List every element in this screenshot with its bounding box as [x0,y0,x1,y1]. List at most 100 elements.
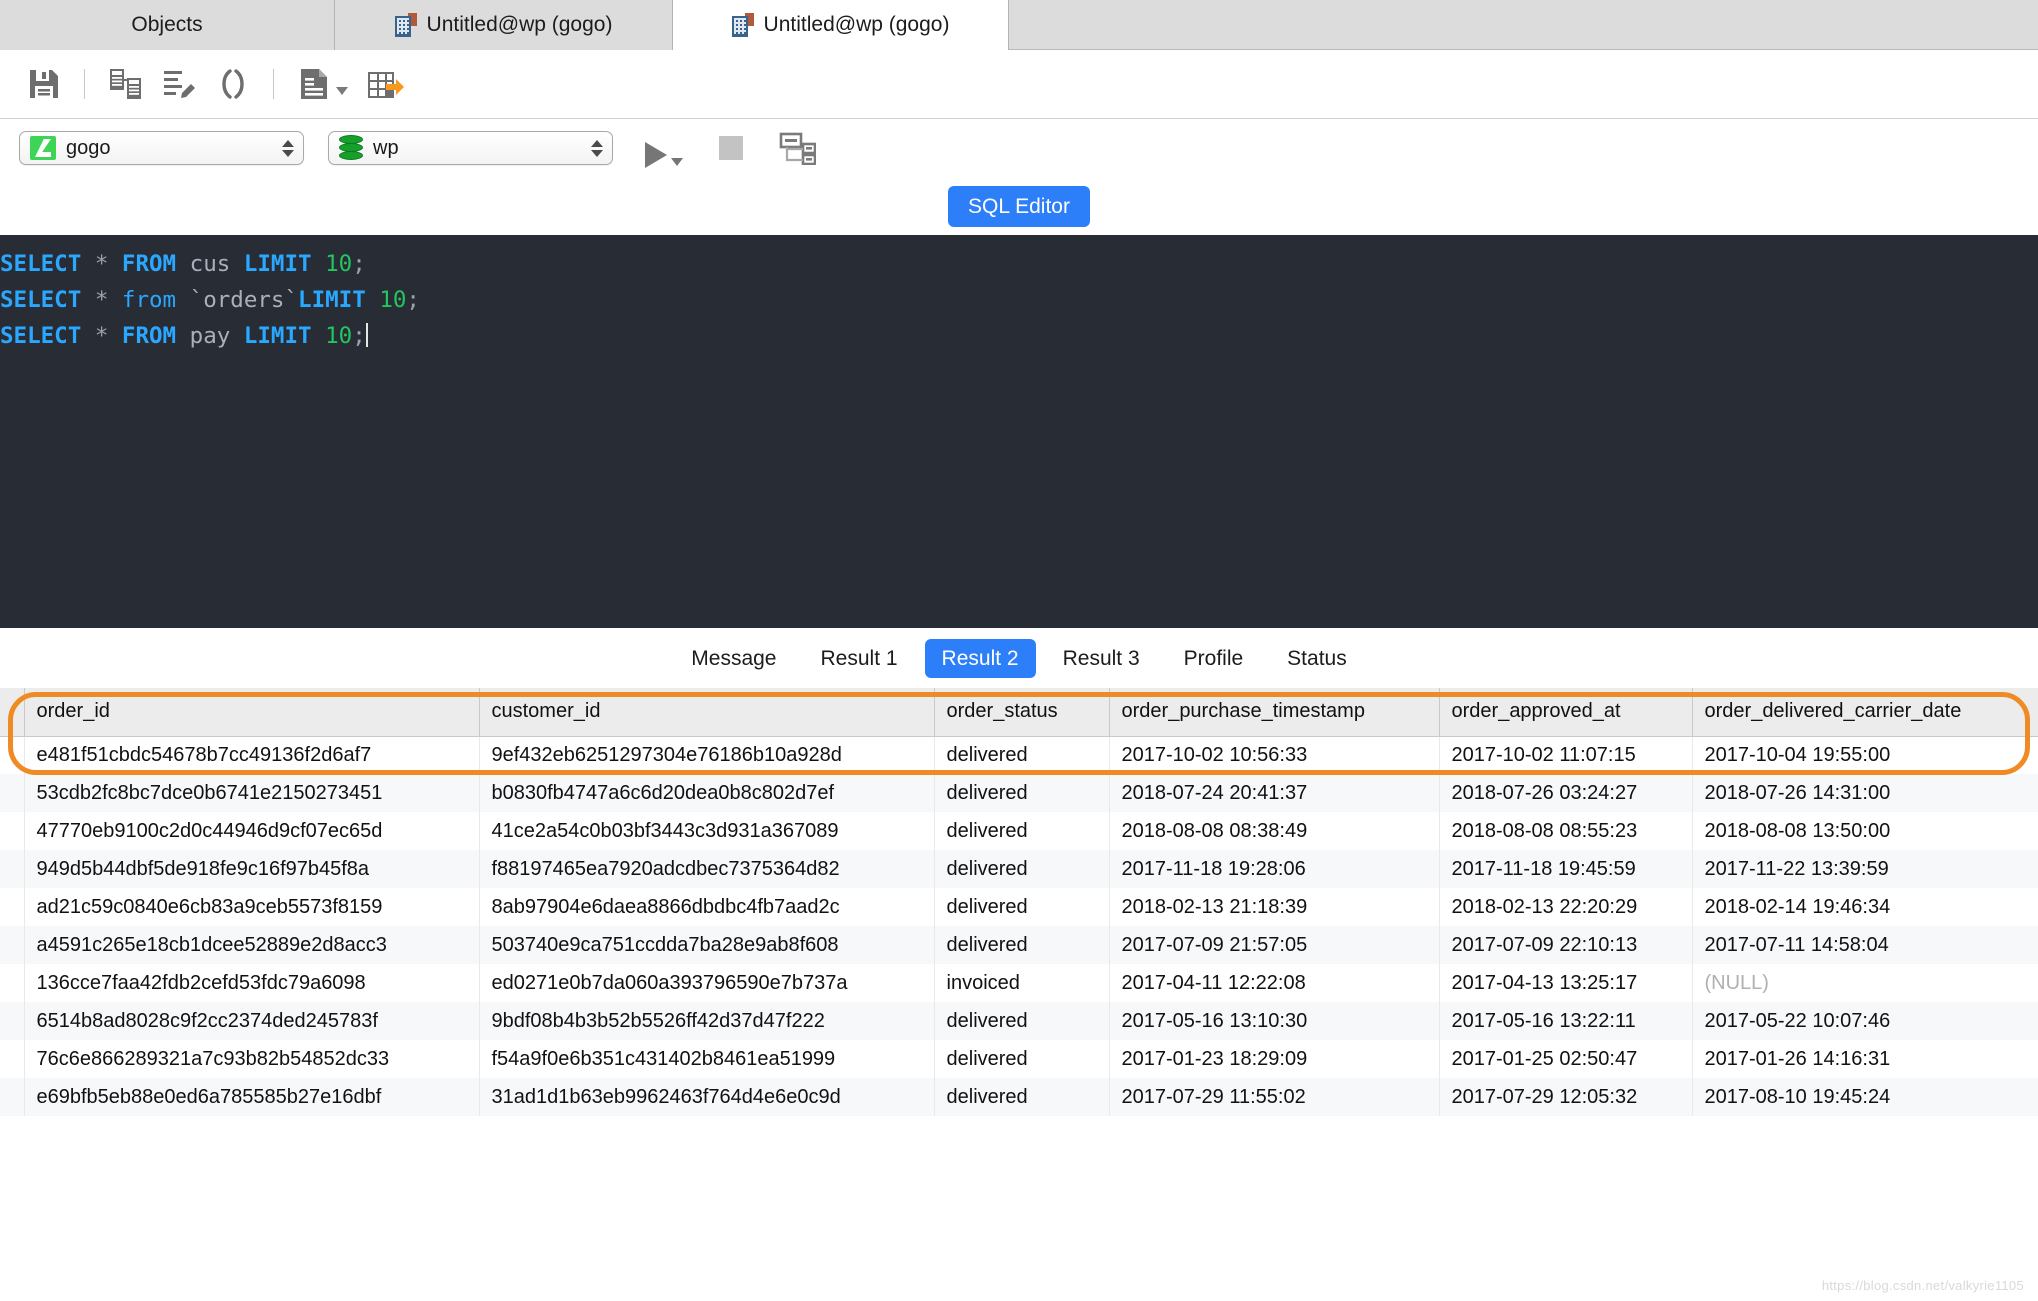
table-row[interactable]: ad21c59c0840e6cb83a9ceb5573f81598ab97904… [0,888,2038,926]
table-cell-customer-id[interactable]: 503740e9ca751ccdda7ba28e9ab8f608 [479,926,934,964]
table-row[interactable]: 47770eb9100c2d0c44946d9cf07ec65d41ce2a54… [0,812,2038,850]
table-row[interactable]: 53cdb2fc8bc7dce0b6741e2150273451b0830fb4… [0,774,2038,812]
table-row[interactable]: a4591c265e18cb1dcee52889e2d8acc3503740e9… [0,926,2038,964]
table-cell-order-id[interactable]: 136cce7faa42fdb2cefd53fdc79a6098 [24,964,479,1002]
row-selector-cell[interactable] [0,812,24,850]
table-cell-order-delivered-carrier-date[interactable]: 2018-07-26 14:31:00 [1692,774,2038,812]
table-cell-customer-id[interactable]: b0830fb4747a6c6d20dea0b8c802d7ef [479,774,934,812]
table-cell-order-purchase-timestamp[interactable]: 2017-11-18 19:28:06 [1109,850,1439,888]
column-header-customer-id[interactable]: customer_id [479,688,934,736]
table-row[interactable]: 6514b8ad8028c9f2cc2374ded245783f9bdf08b4… [0,1002,2038,1040]
table-cell-order-purchase-timestamp[interactable]: 2017-04-11 12:22:08 [1109,964,1439,1002]
table-cell-order-id[interactable]: 76c6e866289321a7c93b82b54852dc33 [24,1040,479,1078]
tab-untitled-wp-gogo-1[interactable]: Untitled@wp (gogo) [335,0,673,50]
table-row[interactable]: e69bfb5eb88e0ed6a785585b27e16dbf31ad1d1b… [0,1078,2038,1116]
table-cell-order-id[interactable]: a4591c265e18cb1dcee52889e2d8acc3 [24,926,479,964]
table-cell-order-id[interactable]: 6514b8ad8028c9f2cc2374ded245783f [24,1002,479,1040]
table-cell-order-purchase-timestamp[interactable]: 2017-07-29 11:55:02 [1109,1078,1439,1116]
table-cell-order-purchase-timestamp[interactable]: 2017-10-02 10:56:33 [1109,736,1439,774]
table-cell-customer-id[interactable]: 9bdf08b4b3b52b5526ff42d37d47f222 [479,1002,934,1040]
table-cell-order-delivered-carrier-date[interactable]: 2017-01-26 14:16:31 [1692,1040,2038,1078]
stop-button[interactable] [719,136,743,160]
row-selector-header[interactable] [0,688,24,736]
table-cell-order-delivered-carrier-date[interactable]: 2017-07-11 14:58:04 [1692,926,2038,964]
table-cell-order-purchase-timestamp[interactable]: 2017-07-09 21:57:05 [1109,926,1439,964]
code-snippet-button[interactable] [207,60,259,108]
table-cell-order-status[interactable]: delivered [934,1078,1109,1116]
result-tab-profile[interactable]: Profile [1167,639,1261,678]
row-selector-cell[interactable] [0,736,24,774]
run-button[interactable] [635,128,693,168]
result-tab-message[interactable]: Message [674,639,793,678]
table-row[interactable]: 949d5b44dbf5de918fe9c16f97b45f8af8819746… [0,850,2038,888]
column-header-order-delivered-carrier-date[interactable]: order_delivered_carrier_date [1692,688,2038,736]
table-cell-order-id[interactable]: 47770eb9100c2d0c44946d9cf07ec65d [24,812,479,850]
table-cell-customer-id[interactable]: 31ad1d1b63eb9962463f764d4e6e0c9d [479,1078,934,1116]
table-cell-order-status[interactable]: delivered [934,812,1109,850]
table-row[interactable]: 76c6e866289321a7c93b82b54852dc33f54a9f0e… [0,1040,2038,1078]
table-cell-order-approved-at[interactable]: 2017-11-18 19:45:59 [1439,850,1692,888]
result-tab-result-2[interactable]: Result 2 [925,639,1036,678]
format-sql-button[interactable] [153,60,207,108]
export-table-button[interactable] [357,60,413,108]
table-cell-order-delivered-carrier-date[interactable]: 2017-05-22 10:07:46 [1692,1002,2038,1040]
table-cell-order-purchase-timestamp[interactable]: 2018-02-13 21:18:39 [1109,888,1439,926]
table-cell-order-approved-at[interactable]: 2017-01-25 02:50:47 [1439,1040,1692,1078]
table-cell-order-purchase-timestamp[interactable]: 2017-01-23 18:29:09 [1109,1040,1439,1078]
row-selector-cell[interactable] [0,1040,24,1078]
table-cell-order-delivered-carrier-date[interactable]: (NULL) [1692,964,2038,1002]
result-tab-result-1[interactable]: Result 1 [804,639,915,678]
row-selector-cell[interactable] [0,888,24,926]
tab-untitled-wp-gogo-2[interactable]: Untitled@wp (gogo) [673,0,1009,50]
table-row[interactable]: e481f51cbdc54678b7cc49136f2d6af79ef432eb… [0,736,2038,774]
new-document-button[interactable] [288,60,357,108]
table-cell-order-id[interactable]: 53cdb2fc8bc7dce0b6741e2150273451 [24,774,479,812]
column-header-order-id[interactable]: order_id [24,688,479,736]
table-cell-order-status[interactable]: delivered [934,774,1109,812]
row-selector-cell[interactable] [0,1002,24,1040]
row-selector-cell[interactable] [0,1078,24,1116]
table-cell-order-purchase-timestamp[interactable]: 2017-05-16 13:10:30 [1109,1002,1439,1040]
table-cell-customer-id[interactable]: 8ab97904e6daea8866dbdbc4fb7aad2c [479,888,934,926]
table-cell-order-purchase-timestamp[interactable]: 2018-08-08 08:38:49 [1109,812,1439,850]
column-header-order-status[interactable]: order_status [934,688,1109,736]
table-cell-order-approved-at[interactable]: 2017-04-13 13:25:17 [1439,964,1692,1002]
sql-code-editor[interactable]: SELECT * FROM cus LIMIT 10; SELECT * fro… [0,235,2038,628]
table-cell-order-approved-at[interactable]: 2018-08-08 08:55:23 [1439,812,1692,850]
table-cell-customer-id[interactable]: 9ef432eb6251297304e76186b10a928d [479,736,934,774]
table-cell-customer-id[interactable]: f88197465ea7920adcdbec7375364d82 [479,850,934,888]
result-tab-status[interactable]: Status [1270,639,1364,678]
table-cell-order-status[interactable]: delivered [934,736,1109,774]
table-cell-order-id[interactable]: ad21c59c0840e6cb83a9ceb5573f8159 [24,888,479,926]
table-cell-customer-id[interactable]: ed0271e0b7da060a393796590e7b737a [479,964,934,1002]
table-cell-order-purchase-timestamp[interactable]: 2018-07-24 20:41:37 [1109,774,1439,812]
result-tab-result-3[interactable]: Result 3 [1046,639,1157,678]
save-button[interactable] [18,60,70,108]
row-selector-cell[interactable] [0,774,24,812]
result-grid[interactable]: order_id customer_id order_status order_… [0,688,2038,1301]
column-header-order-purchase-timestamp[interactable]: order_purchase_timestamp [1109,688,1439,736]
table-cell-order-delivered-carrier-date[interactable]: 2017-10-04 19:55:00 [1692,736,2038,774]
table-cell-order-delivered-carrier-date[interactable]: 2017-08-10 19:45:24 [1692,1078,2038,1116]
table-cell-order-approved-at[interactable]: 2018-02-13 22:20:29 [1439,888,1692,926]
explain-button[interactable] [769,124,825,172]
table-cell-order-delivered-carrier-date[interactable]: 2018-08-08 13:50:00 [1692,812,2038,850]
table-compare-button[interactable] [99,60,153,108]
tab-objects[interactable]: Objects [0,0,335,50]
stepper-icon[interactable] [590,137,604,159]
table-cell-order-id[interactable]: 949d5b44dbf5de918fe9c16f97b45f8a [24,850,479,888]
table-cell-order-approved-at[interactable]: 2017-10-02 11:07:15 [1439,736,1692,774]
table-cell-order-status[interactable]: delivered [934,1040,1109,1078]
table-cell-order-id[interactable]: e481f51cbdc54678b7cc49136f2d6af7 [24,736,479,774]
stepper-icon[interactable] [281,137,295,159]
table-row[interactable]: 136cce7faa42fdb2cefd53fdc79a6098ed0271e0… [0,964,2038,1002]
table-cell-order-approved-at[interactable]: 2017-07-09 22:10:13 [1439,926,1692,964]
table-cell-customer-id[interactable]: f54a9f0e6b351c431402b8461ea51999 [479,1040,934,1078]
column-header-order-approved-at[interactable]: order_approved_at [1439,688,1692,736]
row-selector-cell[interactable] [0,926,24,964]
table-cell-customer-id[interactable]: 41ce2a54c0b03bf3443c3d931a367089 [479,812,934,850]
row-selector-cell[interactable] [0,850,24,888]
table-cell-order-approved-at[interactable]: 2017-07-29 12:05:32 [1439,1078,1692,1116]
table-cell-order-id[interactable]: e69bfb5eb88e0ed6a785585b27e16dbf [24,1078,479,1116]
connection-select[interactable]: gogo [19,131,304,165]
